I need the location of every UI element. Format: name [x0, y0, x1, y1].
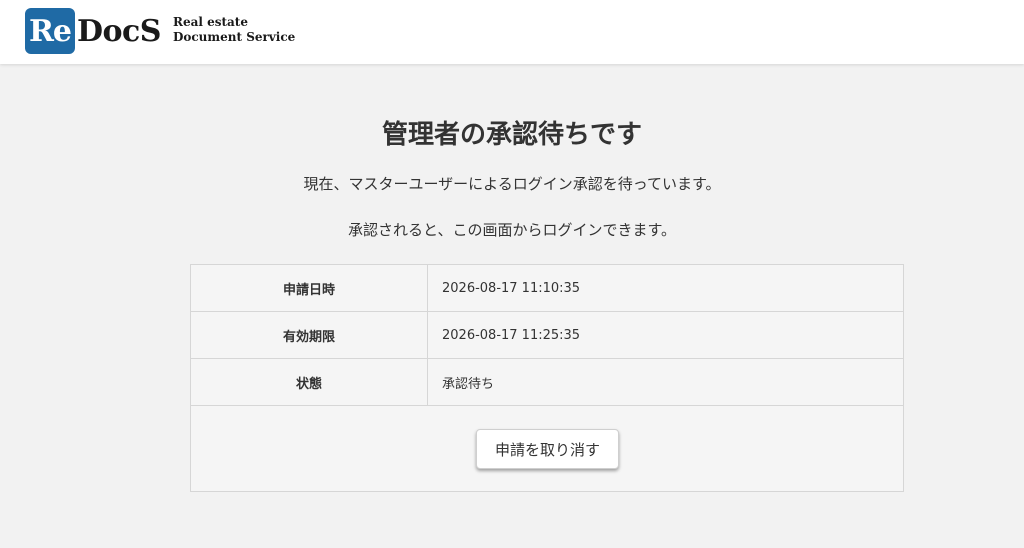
expiry-label: 有効期限: [191, 312, 428, 358]
cancel-request-button[interactable]: 申請を取り消す: [476, 429, 619, 469]
table-row-status: 状態 承認待ち: [191, 359, 903, 406]
logo-tagline-line1: Real estate: [172, 15, 248, 29]
status-message-line1: 現在、マスターユーザーによるログイン承認を待っています。: [303, 175, 721, 193]
logo-wordmark: DocS: [77, 13, 161, 49]
status-value: 承認待ち: [442, 376, 495, 392]
request-time-label: 申請日時: [191, 265, 428, 311]
status-message-line2: 承認されると、この画面からログインできます。: [348, 221, 676, 239]
request-info-table: 申請日時 2026-08-17 11:10:35 有効期限 2026-08-17…: [190, 264, 904, 492]
redocs-logo[interactable]: Re DocS Real estate Document Service: [25, 8, 295, 54]
table-row-request-time: 申請日時 2026-08-17 11:10:35: [191, 265, 903, 312]
logo-tagline: Real estate Document Service: [173, 15, 295, 45]
request-time-value: 2026-08-17 11:10:35: [442, 280, 581, 296]
logo-tagline-line2: Document Service: [172, 30, 296, 44]
page-title: 管理者の承認待ちです: [381, 120, 642, 150]
table-row-expiry: 有効期限 2026-08-17 11:25:35: [191, 312, 903, 359]
logo-mark: Re: [25, 8, 75, 54]
app-header: Re DocS Real estate Document Service: [0, 0, 1024, 64]
status-label: 状態: [191, 359, 428, 405]
expiry-value: 2026-08-17 11:25:35: [442, 327, 581, 343]
